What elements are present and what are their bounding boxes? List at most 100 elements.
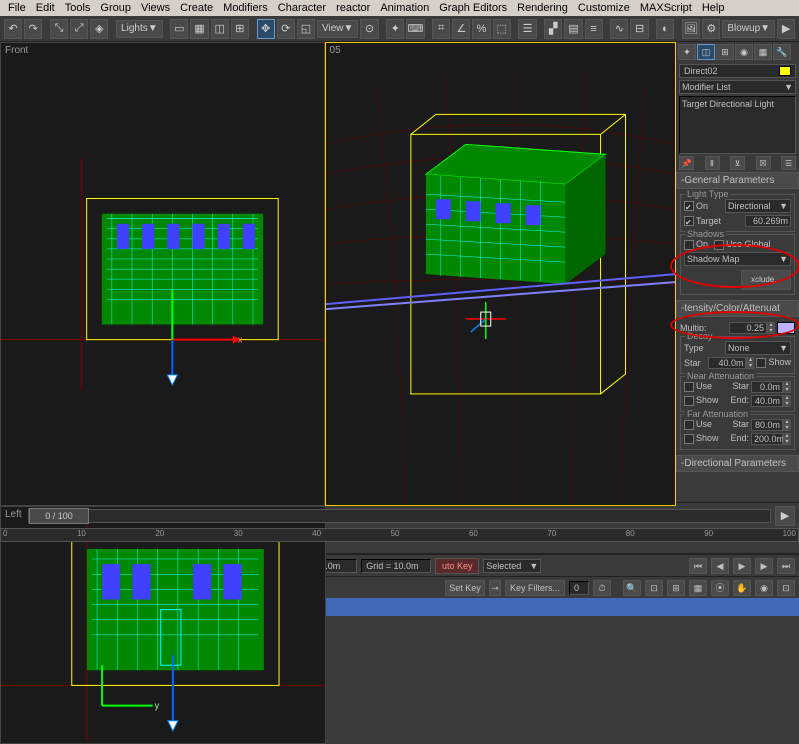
select-rotate-button[interactable]: ⟳ bbox=[277, 19, 295, 39]
menu-character[interactable]: Character bbox=[274, 1, 330, 15]
exclude-button[interactable]: xclude... bbox=[741, 270, 791, 290]
current-frame-field[interactable]: 0 bbox=[569, 581, 589, 595]
menu-tools[interactable]: Tools bbox=[61, 1, 95, 15]
manipulate-button[interactable]: ✦ bbox=[386, 19, 404, 39]
modifier-list-dropdown[interactable]: Modifier List▼ bbox=[679, 80, 796, 94]
select-region-button[interactable]: ◫ bbox=[211, 19, 229, 39]
show-end-result-button[interactable]: Ⅱ bbox=[705, 156, 720, 170]
material-editor-button[interactable]: ◐ bbox=[656, 19, 674, 39]
play-button[interactable]: ▶ bbox=[733, 558, 751, 574]
menu-modifiers[interactable]: Modifiers bbox=[219, 1, 272, 15]
goto-end-button[interactable]: ⏭ bbox=[777, 558, 795, 574]
auto-key-button[interactable]: uto Key bbox=[435, 558, 479, 574]
time-fwd-button[interactable]: ▶ bbox=[775, 506, 795, 526]
utilities-tab[interactable]: 🔧 bbox=[773, 44, 791, 60]
align-button[interactable]: ▤ bbox=[564, 19, 582, 39]
hierarchy-tab[interactable]: ⊞ bbox=[716, 44, 734, 60]
make-unique-button[interactable]: ⊻ bbox=[730, 156, 745, 170]
select-scale-button[interactable]: ◱ bbox=[297, 19, 315, 39]
light-on-checkbox[interactable] bbox=[684, 201, 694, 211]
object-color-swatch[interactable] bbox=[779, 66, 791, 76]
use-global-checkbox[interactable] bbox=[714, 240, 724, 250]
menu-customize[interactable]: Customize bbox=[574, 1, 634, 15]
link-button[interactable]: ⤡ bbox=[50, 19, 68, 39]
render-button[interactable]: ▶ bbox=[777, 19, 795, 39]
pivot-button[interactable]: ⊙ bbox=[360, 19, 378, 39]
prev-frame-button[interactable]: ◀ bbox=[711, 558, 729, 574]
time-thumb[interactable]: 0 / 100 bbox=[29, 508, 89, 524]
decay-show-checkbox[interactable] bbox=[756, 358, 766, 368]
configure-sets-button[interactable]: ☰ bbox=[781, 156, 796, 170]
far-use-checkbox[interactable] bbox=[684, 420, 694, 430]
directional-parameters-rollout[interactable]: - Directional Parameters bbox=[676, 455, 799, 472]
menu-animation[interactable]: Animation bbox=[376, 1, 433, 15]
menu-help[interactable]: Help bbox=[698, 1, 729, 15]
near-show-checkbox[interactable] bbox=[684, 396, 694, 406]
modifier-stack[interactable]: Target Directional Light bbox=[679, 96, 796, 154]
motion-tab[interactable]: ◉ bbox=[735, 44, 753, 60]
percent-snap-button[interactable]: % bbox=[472, 19, 490, 39]
menu-edit[interactable]: Edit bbox=[32, 1, 59, 15]
menu-maxscript[interactable]: MAXScript bbox=[636, 1, 696, 15]
menu-graph-editors[interactable]: Graph Editors bbox=[435, 1, 511, 15]
time-ruler[interactable]: 01020 304050 607080 90100 bbox=[0, 528, 799, 542]
decay-start-spinner[interactable]: 40.0m▴▾ bbox=[708, 357, 754, 369]
object-name-field[interactable]: Direct02 bbox=[679, 64, 796, 78]
key-mode-dropdown[interactable]: Selected▼ bbox=[483, 559, 541, 573]
mirror-button[interactable]: ▞ bbox=[544, 19, 562, 39]
select-move-button[interactable]: ✥ bbox=[257, 19, 275, 39]
viewport-front[interactable]: Front bbox=[0, 42, 325, 506]
menu-rendering[interactable]: Rendering bbox=[513, 1, 572, 15]
multiplier-spinner[interactable]: 0.25 ▴▾ bbox=[729, 322, 775, 334]
far-show-checkbox[interactable] bbox=[684, 434, 694, 444]
shadow-type-dropdown[interactable]: Shadow Map▼ bbox=[684, 252, 791, 266]
key-filters-button[interactable]: Key Filters... bbox=[505, 580, 565, 596]
bind-button[interactable]: ◈ bbox=[90, 19, 108, 39]
layers-button[interactable]: ≡ bbox=[585, 19, 603, 39]
key-icon[interactable]: ⊸ bbox=[489, 580, 501, 596]
goto-start-button[interactable]: ⏮ bbox=[689, 558, 707, 574]
far-end-spinner[interactable]: 200.0m▴▾ bbox=[751, 433, 791, 445]
schematic-button[interactable]: ⊟ bbox=[630, 19, 648, 39]
spinner-snap-button[interactable]: ⬚ bbox=[493, 19, 511, 39]
create-tab[interactable]: ✦ bbox=[678, 44, 696, 60]
zoom-extents-all-button[interactable]: ▦ bbox=[689, 580, 707, 596]
quick-render-button[interactable]: ⚙ bbox=[702, 19, 720, 39]
unlink-button[interactable]: ⤢ bbox=[70, 19, 88, 39]
time-slider[interactable]: 0 / 100 bbox=[28, 509, 771, 523]
render-type-dropdown[interactable]: Blowup ▼ bbox=[722, 20, 775, 38]
general-parameters-rollout[interactable]: - General Parameters bbox=[676, 172, 799, 189]
remove-modifier-button[interactable]: ☒ bbox=[756, 156, 771, 170]
arc-rotate-button[interactable]: ◉ bbox=[755, 580, 773, 596]
angle-snap-button[interactable]: ∠ bbox=[452, 19, 470, 39]
light-type-dropdown[interactable]: Directional▼ bbox=[725, 199, 791, 213]
redo-button[interactable]: ↷ bbox=[24, 19, 42, 39]
intensity-rollout[interactable]: - tensity/Color/Attenuat bbox=[676, 300, 799, 317]
light-color-swatch[interactable] bbox=[777, 322, 795, 334]
pin-stack-button[interactable]: 📌 bbox=[679, 156, 694, 170]
set-key-button[interactable]: Set Key bbox=[445, 580, 485, 596]
display-tab[interactable]: ▦ bbox=[754, 44, 772, 60]
select-name-button[interactable]: ▦ bbox=[190, 19, 208, 39]
undo-button[interactable]: ↶ bbox=[4, 19, 22, 39]
snap-button[interactable]: ⌗ bbox=[432, 19, 450, 39]
menu-create[interactable]: Create bbox=[176, 1, 217, 15]
coord-system-dropdown[interactable]: View ▼ bbox=[317, 20, 358, 38]
pan-button[interactable]: ✋ bbox=[733, 580, 751, 596]
menu-file[interactable]: File bbox=[4, 1, 30, 15]
time-config-button[interactable]: ⏱ bbox=[593, 580, 611, 596]
selection-filter-dropdown[interactable]: Lights ▼ bbox=[116, 20, 163, 38]
maximize-viewport-button[interactable]: ⊡ bbox=[777, 580, 795, 596]
zoom-all-button[interactable]: ⊡ bbox=[645, 580, 663, 596]
near-use-checkbox[interactable] bbox=[684, 382, 694, 392]
zoom-button[interactable]: 🔍 bbox=[623, 580, 641, 596]
near-start-spinner[interactable]: 0.0m▴▾ bbox=[751, 381, 791, 393]
decay-type-dropdown[interactable]: None▼ bbox=[725, 341, 791, 355]
window-crossing-button[interactable]: ⊞ bbox=[231, 19, 249, 39]
keyboard-shortcut-button[interactable]: ⌨ bbox=[406, 19, 424, 39]
fov-button[interactable]: ⦿ bbox=[711, 580, 729, 596]
curve-editor-button[interactable]: ∿ bbox=[610, 19, 628, 39]
zoom-extents-button[interactable]: ⊞ bbox=[667, 580, 685, 596]
targeted-checkbox[interactable] bbox=[684, 216, 694, 226]
near-end-spinner[interactable]: 40.0m▴▾ bbox=[751, 395, 791, 407]
